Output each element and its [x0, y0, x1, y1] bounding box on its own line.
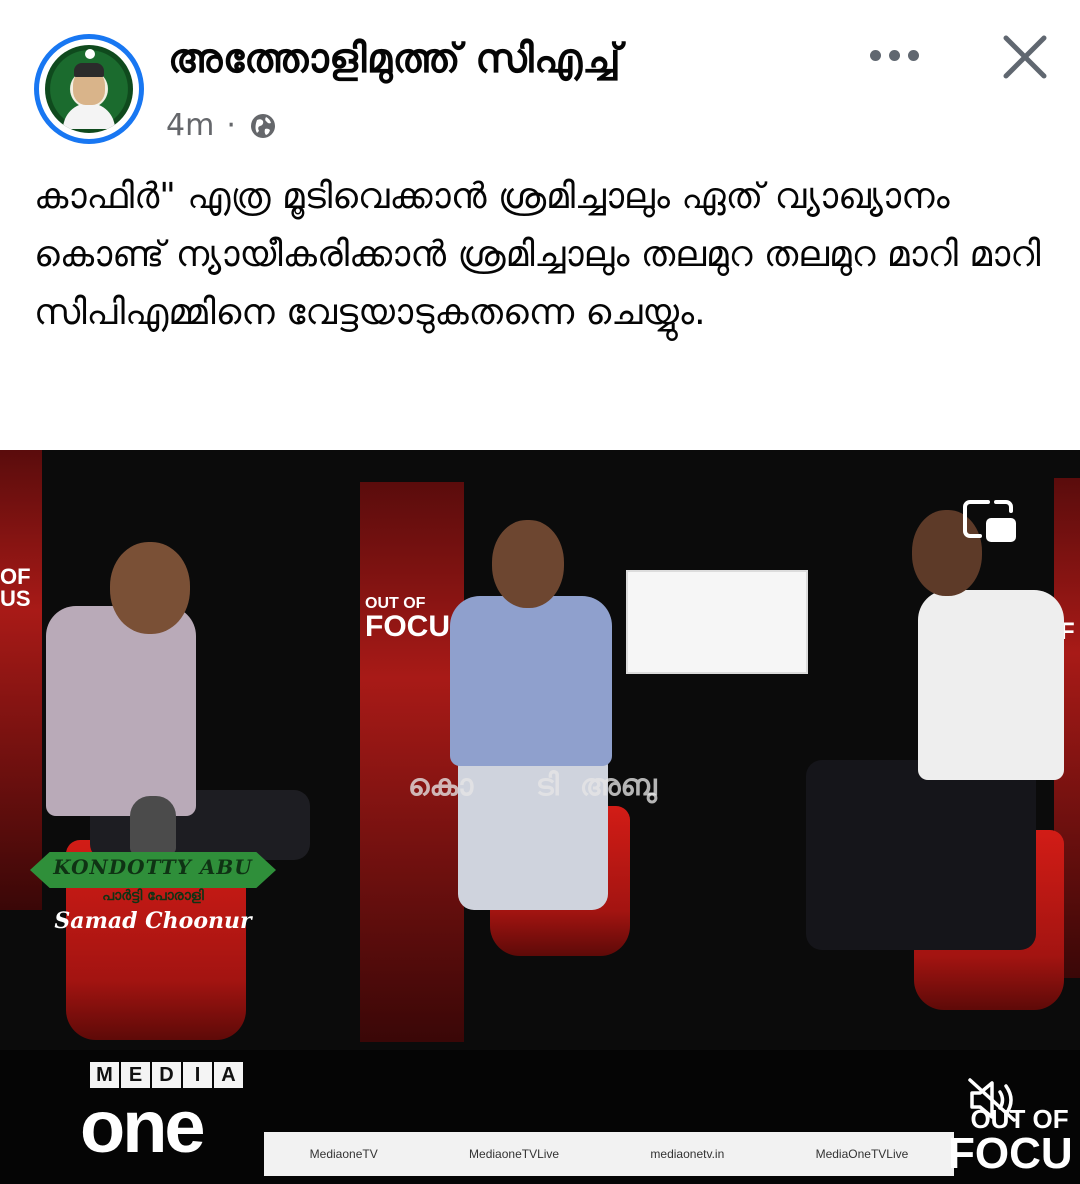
brand-focus: FOCU	[948, 1129, 1073, 1178]
avatar-cap	[74, 63, 104, 77]
post-caption: കാഫിർ" എത്ര മൂടിവെക്കാൻ ശ്രമിച്ചാലും ഏത്…	[34, 176, 1041, 333]
dot	[889, 49, 900, 61]
channel-logo: one	[80, 1085, 206, 1168]
ticker-item: MediaoneTV	[309, 1147, 378, 1161]
meta-separator: ·	[226, 108, 236, 143]
torso	[46, 606, 196, 816]
post-header: അത്തോളിമുത്ത് സിഎച്ച് 4m ·	[0, 0, 1080, 150]
torso	[450, 596, 612, 766]
avatar-shoulders	[63, 103, 115, 129]
ticker-item: MediaoneTVLive	[469, 1147, 560, 1161]
show-logo-left: OF US	[0, 564, 31, 611]
video-overlay-text: കൊ ടി അബു	[408, 768, 657, 803]
video-player[interactable]: OF US OUT OF FOCUS F കൊ ടി അബു KONDOTTY …	[0, 450, 1080, 1184]
watermark-badge: KONDOTTY ABU പാർട്ടി പോരാളി Samad Choonu…	[30, 796, 276, 946]
social-ticker: MediaoneTV MediaoneTVLive mediaonetv.in …	[264, 1132, 954, 1176]
watermark-name: Samad Choonur	[54, 908, 252, 934]
studio-screen	[626, 570, 808, 674]
avatar-image	[45, 45, 133, 133]
post-meta: 4m ·	[166, 108, 278, 143]
watermark-subtitle: പാർട്ടി പോരാളി	[102, 888, 204, 904]
picture-in-picture-icon[interactable]	[962, 498, 1018, 546]
head	[110, 542, 190, 634]
ticker-item: MediaOneTVLive	[815, 1147, 909, 1161]
dot	[908, 49, 919, 61]
globe-icon[interactable]	[248, 111, 278, 141]
more-options-icon[interactable]	[870, 40, 926, 70]
legs	[806, 760, 1036, 950]
page-name[interactable]: അത്തോളിമുത്ത് സിഎച്ച്	[168, 36, 621, 82]
post-time[interactable]: 4m	[166, 108, 214, 143]
close-icon[interactable]	[1000, 32, 1050, 82]
page-avatar[interactable]	[34, 34, 144, 144]
head	[492, 520, 564, 608]
dot	[870, 49, 881, 61]
torso	[918, 590, 1064, 780]
crescent-icon	[85, 49, 95, 59]
set-panel	[360, 482, 464, 1042]
logo-letter: A	[214, 1062, 243, 1088]
ticker-item: mediaonetv.in	[650, 1147, 725, 1161]
watermark-figure	[130, 796, 176, 854]
speaker-muted-icon[interactable]	[966, 1076, 1024, 1124]
watermark-title: KONDOTTY ABU	[53, 855, 253, 879]
